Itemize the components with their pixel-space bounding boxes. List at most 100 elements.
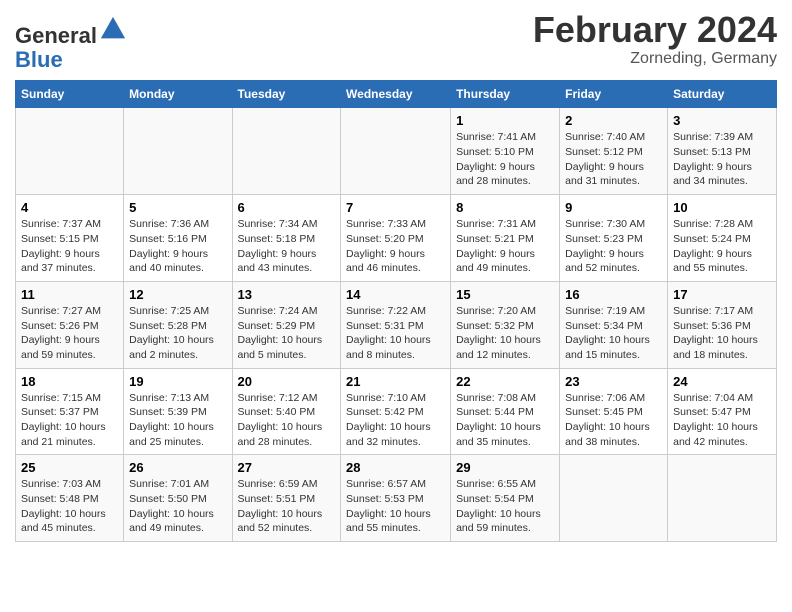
day-number: 17 [673,287,771,302]
day-info: Sunrise: 6:57 AMSunset: 5:53 PMDaylight:… [346,477,445,536]
header-wednesday: Wednesday [341,81,451,108]
week-row-3: 18 Sunrise: 7:15 AMSunset: 5:37 PMDayligh… [16,368,777,455]
calendar-cell: 18 Sunrise: 7:15 AMSunset: 5:37 PMDayligh… [16,368,124,455]
calendar-cell: 15 Sunrise: 7:20 AMSunset: 5:32 PMDayligh… [451,281,560,368]
calendar-table: SundayMondayTuesdayWednesdayThursdayFrid… [15,80,777,542]
calendar-cell: 8 Sunrise: 7:31 AMSunset: 5:21 PMDaylight… [451,195,560,282]
calendar-cell: 13 Sunrise: 7:24 AMSunset: 5:29 PMDayligh… [232,281,341,368]
day-number: 28 [346,460,445,475]
calendar-cell: 19 Sunrise: 7:13 AMSunset: 5:39 PMDayligh… [124,368,232,455]
day-info: Sunrise: 6:55 AMSunset: 5:54 PMDaylight:… [456,477,554,536]
calendar-cell: 4 Sunrise: 7:37 AMSunset: 5:15 PMDaylight… [16,195,124,282]
calendar-cell: 3 Sunrise: 7:39 AMSunset: 5:13 PMDaylight… [668,108,777,195]
day-info: Sunrise: 7:25 AMSunset: 5:28 PMDaylight:… [129,304,226,363]
day-info: Sunrise: 7:31 AMSunset: 5:21 PMDaylight:… [456,217,554,276]
calendar-cell: 25 Sunrise: 7:03 AMSunset: 5:48 PMDayligh… [16,455,124,542]
day-info: Sunrise: 7:19 AMSunset: 5:34 PMDaylight:… [565,304,662,363]
calendar-cell: 5 Sunrise: 7:36 AMSunset: 5:16 PMDaylight… [124,195,232,282]
day-info: Sunrise: 7:28 AMSunset: 5:24 PMDaylight:… [673,217,771,276]
day-number: 25 [21,460,118,475]
day-number: 3 [673,113,771,128]
day-info: Sunrise: 7:36 AMSunset: 5:16 PMDaylight:… [129,217,226,276]
day-number: 20 [238,374,336,389]
day-info: Sunrise: 7:03 AMSunset: 5:48 PMDaylight:… [21,477,118,536]
page-subtitle: Zorneding, Germany [533,50,777,68]
day-number: 4 [21,200,118,215]
day-number: 22 [456,374,554,389]
week-row-0: 1Sunrise: 7:41 AMSunset: 5:10 PMDaylight… [16,108,777,195]
day-info: Sunrise: 7:33 AMSunset: 5:20 PMDaylight:… [346,217,445,276]
day-number: 13 [238,287,336,302]
logo-general-text: General [15,23,97,48]
day-info: Sunrise: 7:12 AMSunset: 5:40 PMDaylight:… [238,391,336,450]
calendar-cell [124,108,232,195]
day-info: Sunrise: 7:22 AMSunset: 5:31 PMDaylight:… [346,304,445,363]
calendar-cell: 26 Sunrise: 7:01 AMSunset: 5:50 PMDayligh… [124,455,232,542]
calendar-cell: 23Sunrise: 7:06 AMSunset: 5:45 PMDayligh… [560,368,668,455]
day-info: Sunrise: 7:39 AMSunset: 5:13 PMDaylight:… [673,130,771,189]
logo: General Blue [15,15,127,72]
day-info: Sunrise: 7:27 AMSunset: 5:26 PMDaylight:… [21,304,118,363]
day-number: 24 [673,374,771,389]
day-number: 11 [21,287,118,302]
calendar-cell: 20 Sunrise: 7:12 AMSunset: 5:40 PMDayligh… [232,368,341,455]
calendar-cell [560,455,668,542]
day-number: 29 [456,460,554,475]
day-number: 5 [129,200,226,215]
day-info: Sunrise: 7:34 AMSunset: 5:18 PMDaylight:… [238,217,336,276]
week-row-2: 11 Sunrise: 7:27 AMSunset: 5:26 PMDayligh… [16,281,777,368]
calendar-cell: 14Sunrise: 7:22 AMSunset: 5:31 PMDayligh… [341,281,451,368]
logo-icon [99,15,127,43]
calendar-cell: 11 Sunrise: 7:27 AMSunset: 5:26 PMDayligh… [16,281,124,368]
calendar-cell [232,108,341,195]
calendar-cell: 16Sunrise: 7:19 AMSunset: 5:34 PMDayligh… [560,281,668,368]
header-tuesday: Tuesday [232,81,341,108]
day-number: 2 [565,113,662,128]
day-number: 18 [21,374,118,389]
day-number: 26 [129,460,226,475]
day-number: 12 [129,287,226,302]
day-number: 21 [346,374,445,389]
day-number: 9 [565,200,662,215]
calendar-cell: 24Sunrise: 7:04 AMSunset: 5:47 PMDayligh… [668,368,777,455]
calendar-cell: 29 Sunrise: 6:55 AMSunset: 5:54 PMDayligh… [451,455,560,542]
day-info: Sunrise: 7:37 AMSunset: 5:15 PMDaylight:… [21,217,118,276]
calendar-cell [16,108,124,195]
page-header: General Blue February 2024 Zorneding, Ge… [15,10,777,72]
calendar-cell: 2 Sunrise: 7:40 AMSunset: 5:12 PMDaylight… [560,108,668,195]
day-number: 27 [238,460,336,475]
page-title: February 2024 [533,10,777,50]
header-thursday: Thursday [451,81,560,108]
header-saturday: Saturday [668,81,777,108]
day-info: Sunrise: 7:40 AMSunset: 5:12 PMDaylight:… [565,130,662,189]
day-info: Sunrise: 7:10 AMSunset: 5:42 PMDaylight:… [346,391,445,450]
week-row-4: 25 Sunrise: 7:03 AMSunset: 5:48 PMDayligh… [16,455,777,542]
day-info: Sunrise: 7:41 AMSunset: 5:10 PMDaylight:… [456,130,554,189]
day-info: Sunrise: 7:30 AMSunset: 5:23 PMDaylight:… [565,217,662,276]
day-number: 7 [346,200,445,215]
calendar-body: 1Sunrise: 7:41 AMSunset: 5:10 PMDaylight… [16,108,777,542]
calendar-cell: 6Sunrise: 7:34 AMSunset: 5:18 PMDaylight… [232,195,341,282]
day-number: 23 [565,374,662,389]
day-number: 15 [456,287,554,302]
day-number: 8 [456,200,554,215]
calendar-cell: 27 Sunrise: 6:59 AMSunset: 5:51 PMDayligh… [232,455,341,542]
day-info: Sunrise: 7:01 AMSunset: 5:50 PMDaylight:… [129,477,226,536]
logo-blue-text: Blue [15,47,63,72]
calendar-cell [341,108,451,195]
day-number: 19 [129,374,226,389]
day-info: Sunrise: 7:24 AMSunset: 5:29 PMDaylight:… [238,304,336,363]
calendar-cell: 22Sunrise: 7:08 AMSunset: 5:44 PMDayligh… [451,368,560,455]
day-info: Sunrise: 7:13 AMSunset: 5:39 PMDaylight:… [129,391,226,450]
day-info: Sunrise: 6:59 AMSunset: 5:51 PMDaylight:… [238,477,336,536]
header-friday: Friday [560,81,668,108]
calendar-cell: 17 Sunrise: 7:17 AMSunset: 5:36 PMDayligh… [668,281,777,368]
header-sunday: Sunday [16,81,124,108]
header-monday: Monday [124,81,232,108]
day-info: Sunrise: 7:15 AMSunset: 5:37 PMDaylight:… [21,391,118,450]
week-row-1: 4 Sunrise: 7:37 AMSunset: 5:15 PMDaylight… [16,195,777,282]
calendar-header: SundayMondayTuesdayWednesdayThursdayFrid… [16,81,777,108]
calendar-cell: 21 Sunrise: 7:10 AMSunset: 5:42 PMDayligh… [341,368,451,455]
day-info: Sunrise: 7:20 AMSunset: 5:32 PMDaylight:… [456,304,554,363]
day-info: Sunrise: 7:17 AMSunset: 5:36 PMDaylight:… [673,304,771,363]
